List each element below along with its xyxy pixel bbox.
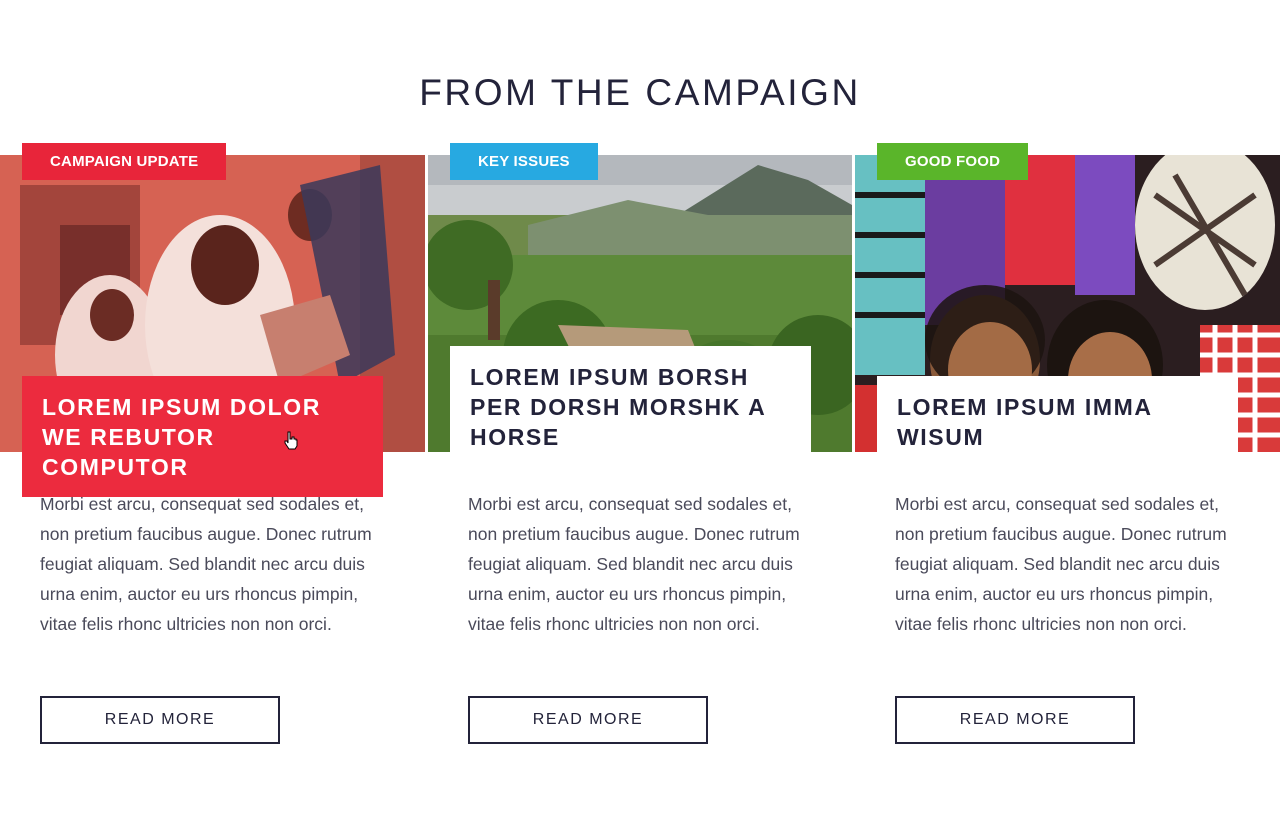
category-tag[interactable]: KEY ISSUES xyxy=(450,143,598,180)
card-body-text: Morbi est arcu, consequat sed sodales et… xyxy=(895,494,1227,634)
hand-cursor-icon xyxy=(284,431,298,450)
campaign-page: FROM THE CAMPAIGN CAMPAIGN UPDATE LOREM … xyxy=(0,0,1280,840)
read-more-button[interactable]: READ MORE xyxy=(468,696,708,744)
card-headline[interactable]: LOREM IPSUM BORSH PER DORSH MORSHK A HOR… xyxy=(450,346,811,452)
card-headline[interactable]: LOREM IPSUM DOLOR WE REBUTOR COMPUTOR xyxy=(22,376,383,497)
campaign-card: KEY ISSUES LOREM IPSUM BORSH PER DORSH M… xyxy=(428,143,852,763)
card-body-text: Morbi est arcu, consequat sed sodales et… xyxy=(468,494,800,634)
read-more-button[interactable]: READ MORE xyxy=(895,696,1135,744)
section-title: FROM THE CAMPAIGN xyxy=(419,72,861,113)
card-body-text: Morbi est arcu, consequat sed sodales et… xyxy=(40,494,372,634)
campaign-card: CAMPAIGN UPDATE LOREM IPSUM DOLOR WE REB… xyxy=(0,143,425,763)
read-more-button[interactable]: READ MORE xyxy=(40,696,280,744)
card-headline[interactable]: LOREM IPSUM IMMA WISUM xyxy=(877,376,1238,452)
category-tag[interactable]: GOOD FOOD xyxy=(877,143,1029,180)
category-tag[interactable]: CAMPAIGN UPDATE xyxy=(22,143,227,180)
campaign-card: GOOD FOOD LOREM IPSUM IMMA WISUM Morbi e… xyxy=(855,143,1280,763)
